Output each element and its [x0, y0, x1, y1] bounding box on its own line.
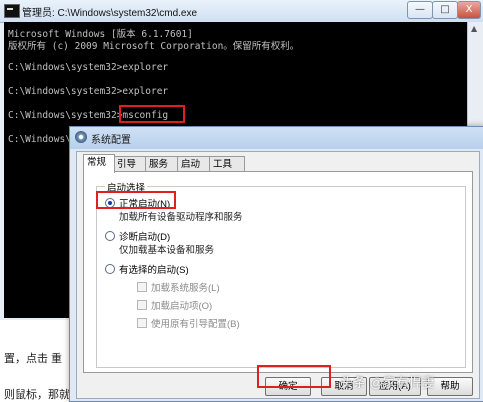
normal-startup-highlight	[96, 191, 176, 209]
tab-boot[interactable]: 引导	[113, 156, 149, 172]
msconfig-app-icon	[75, 131, 87, 143]
minimize-button[interactable]: —	[407, 1, 433, 19]
diagnostic-startup-radio[interactable]	[105, 231, 115, 241]
close-button[interactable]: X	[457, 1, 481, 19]
tab-tools[interactable]: 工具	[209, 156, 245, 172]
cmd-app-icon	[4, 4, 20, 18]
use-original-boot-config-label: 使用原有引导配置(B)	[151, 319, 240, 330]
tab-startup[interactable]: 启动	[177, 156, 213, 172]
tab-general[interactable]: 常规	[83, 154, 115, 173]
selective-startup-label[interactable]: 有选择的启动(S)	[119, 262, 189, 276]
system-configuration-dialog[interactable]: 系统配置 常规 引导 服务 启动 工具 启动选择 正常启动(N) 加载所有设备驱…	[69, 126, 483, 402]
normal-startup-description: 加载所有设备驱动程序和服务	[119, 212, 243, 223]
console-line: C:\Windows\	[8, 134, 71, 145]
console-line: C:\Windows\system32>explorer	[8, 86, 169, 97]
dialog-titlebar[interactable]: 系统配置	[70, 127, 483, 149]
ok-button-highlight	[257, 365, 331, 388]
watermark: 头条 @家有悍妻	[340, 375, 435, 390]
article-text: 置，点击 重	[4, 353, 63, 365]
msconfig-command-highlight	[119, 105, 185, 123]
scroll-up-icon[interactable]: ▲	[471, 24, 477, 33]
console-line: 版权所有 (c) 2009 Microsoft Corporation。保留所有…	[8, 41, 300, 52]
load-startup-items-checkbox[interactable]	[137, 300, 147, 310]
console-line: C:\Windows\system32>explorer	[8, 62, 169, 73]
use-original-boot-config-checkbox[interactable]	[137, 318, 147, 328]
load-system-services-checkbox[interactable]	[137, 282, 147, 292]
cmd-window-title: 管理员: C:\Windows\system32\cmd.exe	[22, 8, 198, 19]
diagnostic-startup-label[interactable]: 诊断启动(D)	[119, 229, 170, 243]
load-system-services-label: 加载系统服务(L)	[151, 283, 220, 294]
load-startup-items-label: 加载启动项(O)	[151, 301, 213, 312]
dialog-body: 常规 引导 服务 启动 工具 启动选择 正常启动(N) 加载所有设备驱动程序和服…	[76, 151, 480, 399]
tab-services[interactable]: 服务	[145, 156, 181, 172]
selective-startup-radio[interactable]	[105, 264, 115, 274]
startup-selection-group: 启动选择 正常启动(N) 加载所有设备驱动程序和服务 诊断启动(D) 仅加载基本…	[96, 180, 466, 368]
dialog-title: 系统配置	[91, 135, 131, 146]
cmd-titlebar[interactable]: 管理员: C:\Windows\system32\cmd.exe — □ X	[0, 0, 483, 23]
diagnostic-startup-description: 仅加载基本设备和服务	[119, 245, 215, 256]
maximize-button[interactable]: □	[432, 1, 458, 19]
